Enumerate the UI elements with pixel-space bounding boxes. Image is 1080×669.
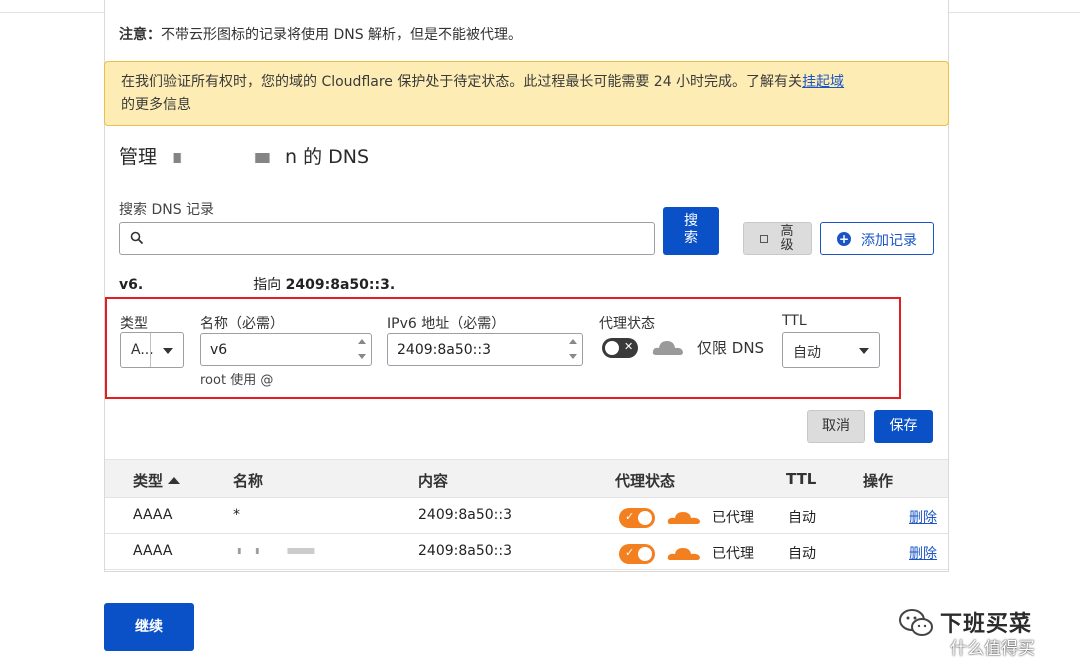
ipv6-field[interactable]: 2409:8a50::3 [387, 333, 583, 366]
table-row[interactable]: AAAA 2409:8a50::3 ✓ 已代理 自动 删除 [105, 534, 948, 570]
watermark: 下班买菜 什么值得买 [898, 602, 1068, 662]
plus-circle-icon: + [837, 232, 851, 246]
wechat-icon [899, 609, 933, 636]
proxy-toggle[interactable]: ✓ [619, 544, 655, 564]
delete-link[interactable]: 删除 [909, 507, 937, 527]
pending-banner: 在我们验证所有权时，您的域的 Cloudflare 保护处于待定状态。此过程最长… [104, 61, 949, 126]
document-icon [760, 235, 768, 243]
name-hint: root 使用 @ [200, 373, 274, 388]
chevron-down-icon [163, 348, 173, 354]
notice-text: 注意：不带云形图标的记录将使用 DNS 解析，但是不能被代理。 [119, 27, 523, 43]
add-record-button[interactable]: + 添加记录 [820, 222, 934, 255]
stepper-icon[interactable] [569, 339, 577, 361]
banner-tail: 的更多信息 [121, 97, 191, 113]
stepper-icon[interactable] [358, 339, 366, 361]
th-type[interactable]: 类型 [133, 470, 181, 491]
record-summary: v6. 指向 2409:8a50::3. [119, 277, 396, 293]
search-icon [130, 231, 144, 245]
proxy-toggle[interactable]: ✕ [602, 338, 638, 358]
th-proxy: 代理状态 [615, 472, 676, 490]
redacted-name [233, 548, 323, 554]
page-title: 管理 n 的 DNS [119, 146, 370, 168]
continue-button[interactable]: 继续 [104, 603, 194, 651]
proxy-toggle[interactable]: ✓ [619, 508, 655, 528]
cloud-grey-icon [652, 341, 683, 355]
table-row[interactable]: AAAA * 2409:8a50::3 ✓ 已代理 自动 删除 [105, 498, 948, 534]
cloud-orange-icon [667, 548, 700, 560]
ttl-label: TTL [782, 313, 807, 329]
search-input[interactable] [119, 222, 655, 255]
redacted-domain [161, 152, 282, 163]
search-label: 搜索 DNS 记录 [119, 202, 215, 218]
sort-ascending-icon [168, 477, 181, 484]
th-content[interactable]: 内容 [418, 470, 448, 491]
watermark-sub: 什么值得买 [950, 639, 1035, 659]
type-select[interactable]: A... [120, 332, 184, 368]
table-header: 类型 名称 内容 代理状态 TTL 操作 [105, 459, 948, 498]
delete-link[interactable]: 删除 [909, 543, 937, 563]
ttl-select[interactable]: 自动 [782, 332, 880, 368]
chevron-down-icon [859, 348, 869, 354]
cancel-button[interactable]: 取消 [807, 410, 865, 443]
th-actions: 操作 [863, 472, 894, 490]
save-button[interactable]: 保存 [874, 410, 933, 443]
th-name[interactable]: 名称 [233, 470, 263, 491]
proxy-label: 代理状态 [599, 316, 655, 332]
proxy-state-text: 仅限 DNS [697, 339, 765, 357]
pending-domain-link[interactable]: 挂起域 [802, 74, 844, 90]
type-label: 类型 [120, 316, 148, 332]
name-field[interactable]: v6 [200, 333, 372, 366]
cloud-orange-icon [667, 512, 700, 524]
ipv6-label: IPv6 地址（必需） [387, 316, 506, 332]
name-label: 名称（必需） [200, 316, 284, 332]
advanced-button[interactable]: 高级 [743, 222, 812, 255]
th-ttl[interactable]: TTL [786, 470, 816, 488]
banner-text: 在我们验证所有权时，您的域的 Cloudflare 保护处于待定状态。此过程最长… [121, 74, 803, 90]
search-button[interactable]: 搜索 [663, 207, 719, 255]
